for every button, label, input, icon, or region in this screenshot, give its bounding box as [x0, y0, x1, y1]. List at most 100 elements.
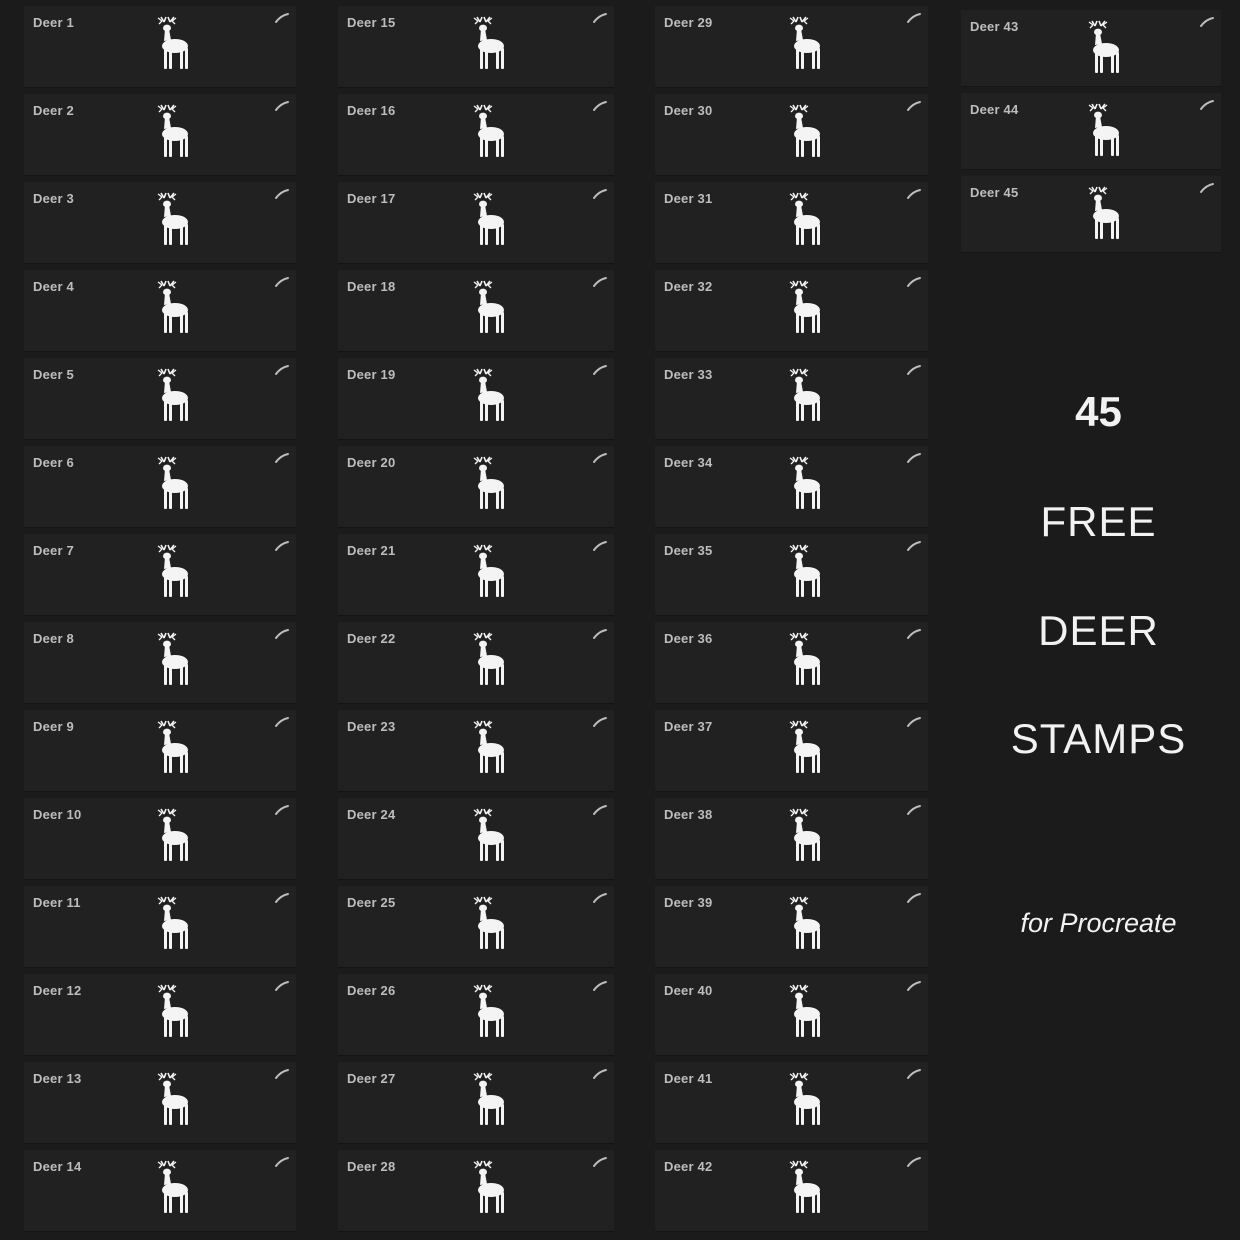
brush-name: Deer 13 [33, 1071, 82, 1086]
brush-stroke-icon [274, 980, 290, 992]
brush-column-2: Deer 15 Deer 16 Deer 17 Deer 18 Deer 19 Deer … [338, 6, 614, 1238]
deer-silhouette-icon [772, 544, 832, 604]
brush-item[interactable]: Deer 32 [655, 270, 928, 352]
deer-silhouette-icon [772, 16, 832, 76]
brush-item[interactable]: Deer 1 [24, 6, 296, 88]
deer-silhouette-icon [772, 1072, 832, 1132]
brush-item[interactable]: Deer 10 [24, 798, 296, 880]
brush-item[interactable]: Deer 33 [655, 358, 928, 440]
brush-item[interactable]: Deer 16 [338, 94, 614, 176]
brush-item[interactable]: Deer 25 [338, 886, 614, 968]
deer-silhouette-icon [456, 544, 516, 604]
brush-item[interactable]: Deer 37 [655, 710, 928, 792]
brush-item[interactable]: Deer 21 [338, 534, 614, 616]
brush-name: Deer 29 [664, 15, 713, 30]
brush-item[interactable]: Deer 45 [961, 176, 1221, 253]
brush-item[interactable]: Deer 20 [338, 446, 614, 528]
brush-stroke-icon [906, 628, 922, 640]
brush-item[interactable]: Deer 7 [24, 534, 296, 616]
brush-stroke-icon [592, 980, 608, 992]
deer-silhouette-icon [456, 192, 516, 252]
brush-item[interactable]: Deer 18 [338, 270, 614, 352]
brush-name: Deer 41 [664, 1071, 713, 1086]
brush-item[interactable]: Deer 3 [24, 182, 296, 264]
deer-silhouette-icon [772, 720, 832, 780]
brush-item[interactable]: Deer 5 [24, 358, 296, 440]
deer-silhouette-icon [456, 16, 516, 76]
brush-stroke-icon [274, 1068, 290, 1080]
brush-name: Deer 27 [347, 1071, 396, 1086]
brush-item[interactable]: Deer 4 [24, 270, 296, 352]
brush-item[interactable]: Deer 11 [24, 886, 296, 968]
brush-name: Deer 8 [33, 631, 74, 646]
brush-item[interactable]: Deer 22 [338, 622, 614, 704]
brush-stroke-icon [906, 1156, 922, 1168]
brush-name: Deer 4 [33, 279, 74, 294]
brush-item[interactable]: Deer 24 [338, 798, 614, 880]
brush-item[interactable]: Deer 6 [24, 446, 296, 528]
deer-silhouette-icon [772, 1160, 832, 1220]
brush-item[interactable]: Deer 44 [961, 93, 1221, 170]
deer-silhouette-icon [140, 632, 200, 692]
brush-item[interactable]: Deer 36 [655, 622, 928, 704]
brush-item[interactable]: Deer 40 [655, 974, 928, 1056]
brush-stroke-icon [274, 1156, 290, 1168]
brush-name: Deer 19 [347, 367, 396, 382]
brush-item[interactable]: Deer 14 [24, 1150, 296, 1232]
deer-silhouette-icon [456, 720, 516, 780]
brush-name: Deer 17 [347, 191, 396, 206]
brush-item[interactable]: Deer 9 [24, 710, 296, 792]
deer-silhouette-icon [456, 896, 516, 956]
brush-item[interactable]: Deer 26 [338, 974, 614, 1056]
brush-stroke-icon [906, 364, 922, 376]
brush-item[interactable]: Deer 13 [24, 1062, 296, 1144]
brush-column-3: Deer 29 Deer 30 Deer 31 Deer 32 Deer 33 Deer … [655, 6, 928, 1238]
brush-item[interactable]: Deer 30 [655, 94, 928, 176]
promo-subtitle: for Procreate [1020, 908, 1177, 938]
brush-name: Deer 6 [33, 455, 74, 470]
brush-item[interactable]: Deer 42 [655, 1150, 928, 1232]
deer-silhouette-icon [1071, 20, 1131, 80]
deer-silhouette-icon [772, 104, 832, 164]
brush-item[interactable]: Deer 23 [338, 710, 614, 792]
brush-item[interactable]: Deer 28 [338, 1150, 614, 1232]
brush-stroke-icon [1199, 182, 1215, 194]
brush-item[interactable]: Deer 27 [338, 1062, 614, 1144]
brush-item[interactable]: Deer 31 [655, 182, 928, 264]
brush-item[interactable]: Deer 41 [655, 1062, 928, 1144]
brush-name: Deer 24 [347, 807, 396, 822]
brush-item[interactable]: Deer 29 [655, 6, 928, 88]
deer-silhouette-icon [1071, 103, 1131, 163]
brush-name: Deer 31 [664, 191, 713, 206]
brush-stroke-icon [274, 276, 290, 288]
deer-silhouette-icon [140, 192, 200, 252]
brush-item[interactable]: Deer 39 [655, 886, 928, 968]
brush-item[interactable]: Deer 38 [655, 798, 928, 880]
brush-stroke-icon [906, 452, 922, 464]
deer-silhouette-icon [140, 456, 200, 516]
deer-silhouette-icon [1071, 186, 1131, 246]
brush-name: Deer 35 [664, 543, 713, 558]
brush-item[interactable]: Deer 15 [338, 6, 614, 88]
brush-item[interactable]: Deer 34 [655, 446, 928, 528]
deer-silhouette-icon [456, 808, 516, 868]
brush-item[interactable]: Deer 12 [24, 974, 296, 1056]
brush-item[interactable]: Deer 8 [24, 622, 296, 704]
deer-silhouette-icon [772, 896, 832, 956]
brush-stroke-icon [906, 276, 922, 288]
brush-name: Deer 2 [33, 103, 74, 118]
deer-silhouette-icon [456, 104, 516, 164]
deer-silhouette-icon [772, 632, 832, 692]
brush-stroke-icon [592, 716, 608, 728]
brush-item[interactable]: Deer 43 [961, 10, 1221, 87]
brush-item[interactable]: Deer 2 [24, 94, 296, 176]
brush-item[interactable]: Deer 35 [655, 534, 928, 616]
brush-name: Deer 36 [664, 631, 713, 646]
brush-item[interactable]: Deer 19 [338, 358, 614, 440]
brush-stroke-icon [906, 540, 922, 552]
promo-headline-deer: DEER [1038, 607, 1159, 654]
brush-stroke-icon [274, 716, 290, 728]
brush-item[interactable]: Deer 17 [338, 182, 614, 264]
deer-silhouette-icon [456, 1072, 516, 1132]
brush-stroke-icon [274, 452, 290, 464]
